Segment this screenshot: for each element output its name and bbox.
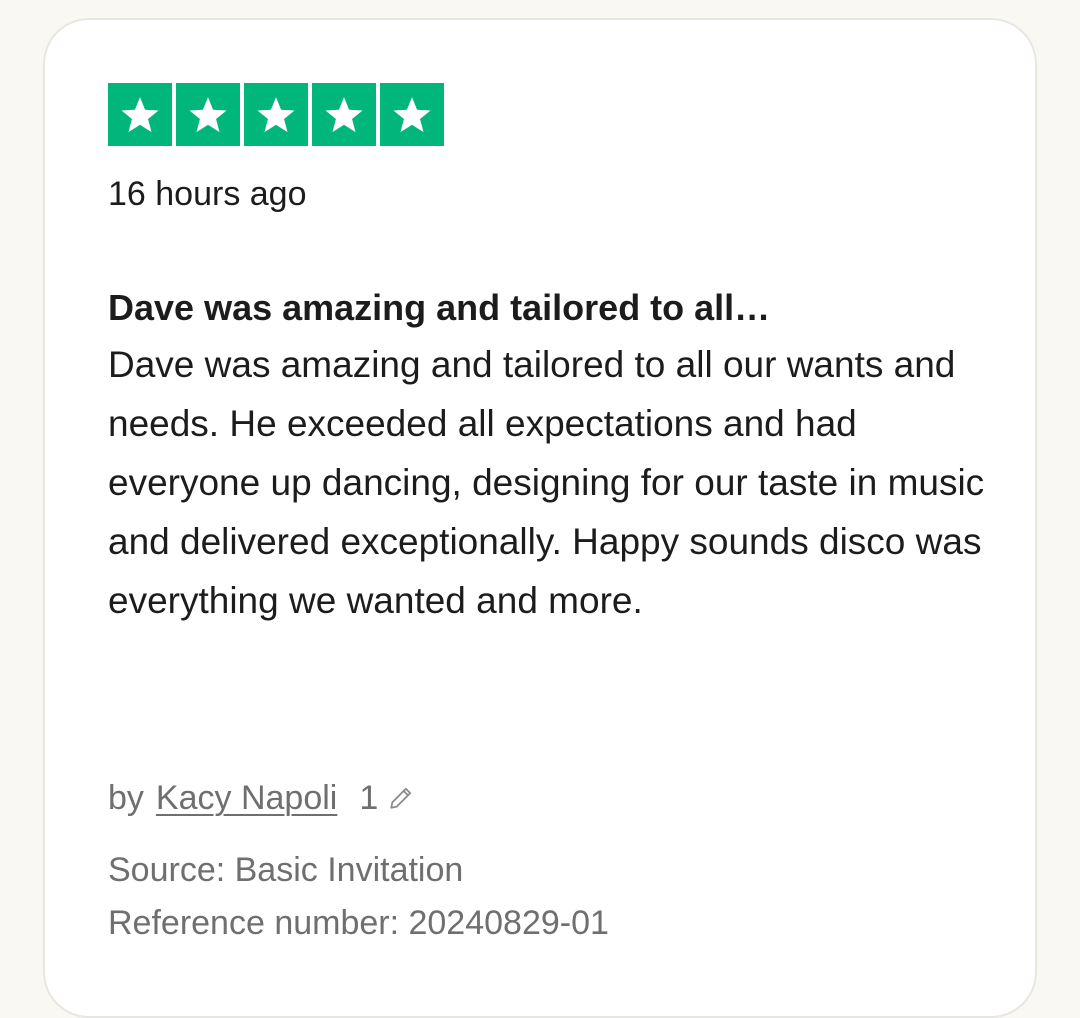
review-title: Dave was amazing and tailored to all…	[108, 287, 771, 328]
star-2	[176, 83, 240, 146]
star-icon	[325, 96, 363, 132]
review-card: 16 hours ago Dave was amazing and tailor…	[43, 18, 1037, 1018]
star-3	[244, 83, 308, 146]
star-rating	[108, 83, 444, 146]
pencil-icon	[388, 785, 414, 811]
review-body: Dave was amazing and tailored to all our…	[108, 344, 985, 621]
review-date: 16 hours ago	[108, 175, 307, 213]
review-author-line: by Kacy Napoli 1	[108, 777, 414, 819]
star-icon	[257, 96, 295, 132]
star-icon	[121, 96, 159, 132]
review-reference-number: Reference number: 20240829-01	[108, 904, 609, 942]
star-icon	[189, 96, 227, 132]
review-source: Source: Basic Invitation	[108, 851, 464, 889]
star-1	[108, 83, 172, 146]
author-link[interactable]: Kacy Napoli	[156, 777, 337, 819]
star-5	[380, 83, 444, 146]
star-4	[312, 83, 376, 146]
star-icon	[393, 96, 431, 132]
author-review-count: 1	[359, 779, 379, 817]
by-label: by	[108, 779, 144, 817]
